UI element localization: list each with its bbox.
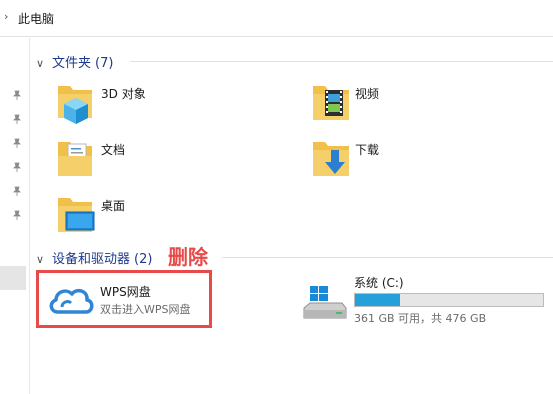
videos-folder-icon[interactable] (311, 80, 353, 124)
chevron-down-icon[interactable]: ∨ (36, 57, 48, 70)
windows-drive-icon[interactable] (302, 284, 348, 324)
breadcrumb-this-pc[interactable]: 此电脑 (18, 10, 54, 27)
folder-name-3d-objects[interactable]: 3D 对象 (101, 85, 146, 102)
wps-drive-name[interactable]: WPS网盘 (100, 283, 151, 300)
folder-name-downloads[interactable]: 下载 (355, 141, 379, 158)
3d-objects-folder-icon[interactable] (54, 80, 96, 124)
pin-icon (13, 186, 21, 196)
folder-name-desktop[interactable]: 桌面 (101, 197, 125, 214)
delete-annotation: 删除 (168, 245, 208, 269)
navigation-pane[interactable] (0, 38, 30, 394)
pin-icon (13, 138, 21, 148)
address-bar[interactable]: › 此电脑 (0, 0, 553, 37)
pin-icon (13, 162, 21, 172)
pin-icon (13, 90, 21, 100)
pin-icon (13, 210, 21, 220)
cloud-icon[interactable] (46, 280, 96, 320)
drive-usage-bar (354, 293, 544, 307)
desktop-folder-icon[interactable] (54, 192, 96, 236)
address-chevron-icon[interactable]: › (4, 10, 8, 23)
wps-drive-subtitle: 双击进入WPS网盘 (100, 303, 191, 316)
chevron-down-icon[interactable]: ∨ (36, 253, 48, 266)
folder-name-documents[interactable]: 文档 (101, 141, 125, 158)
file-explorer-this-pc: › 此电脑 ∨ 文件夹 (7) 3D 对象 视频 文档 下载 桌面 ∨ 设备和驱… (0, 0, 553, 394)
devices-group-count: (2) (134, 252, 153, 267)
devices-group-header[interactable]: ∨ 设备和驱动器 (2) (36, 248, 152, 267)
folders-group-title: 文件夹 (52, 56, 92, 71)
nav-selected-item[interactable] (0, 266, 26, 290)
documents-folder-icon[interactable] (54, 136, 96, 180)
folders-group-header[interactable]: ∨ 文件夹 (7) (36, 52, 113, 71)
devices-group-title: 设备和驱动器 (52, 252, 131, 267)
folder-name-videos[interactable]: 视频 (355, 85, 379, 102)
downloads-folder-icon[interactable] (311, 136, 353, 180)
drive-free-space: 361 GB 可用，共 476 GB (354, 312, 487, 325)
folders-group-count: (7) (95, 56, 114, 71)
drive-usage-fill (355, 294, 401, 306)
pin-icon (13, 114, 21, 124)
group-divider (222, 257, 553, 258)
drive-name-c[interactable]: 系统 (C:) (354, 274, 404, 291)
group-divider (130, 61, 553, 62)
